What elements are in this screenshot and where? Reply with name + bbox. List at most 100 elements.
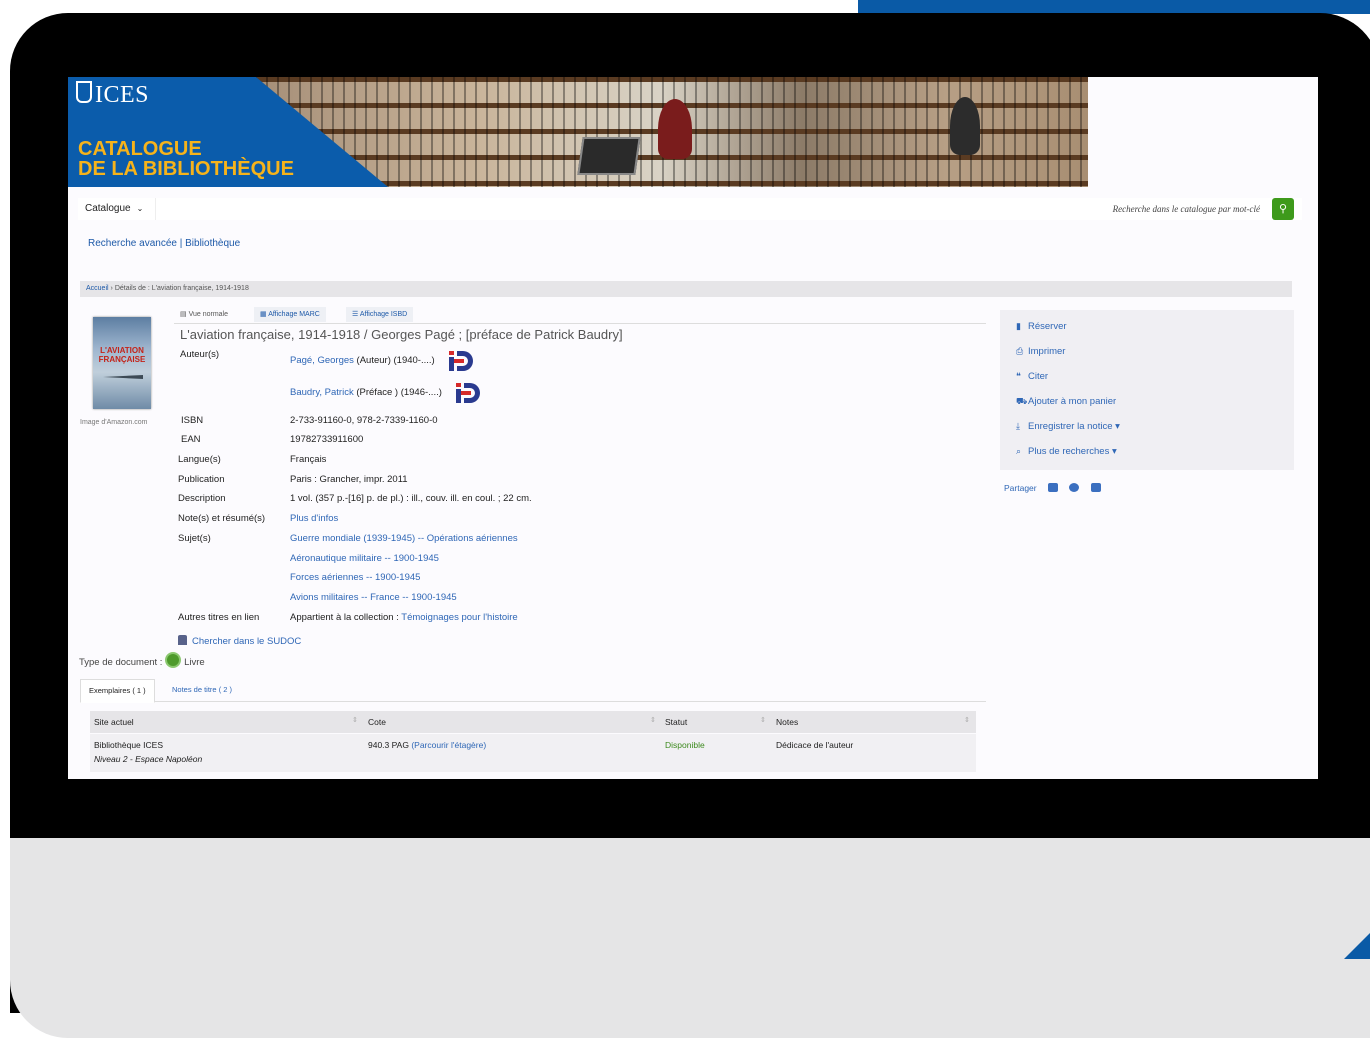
search-icon: ⚲ — [1278, 203, 1288, 215]
more-info-link[interactable]: Plus d'infos — [290, 513, 338, 524]
sort-icon[interactable]: ⇕ — [352, 716, 358, 724]
tab-title-notes[interactable]: Notes de titre ( 2 ) — [164, 679, 240, 701]
print-button[interactable]: ⎙ Imprimer — [1016, 346, 1065, 357]
author-1: Pagé, Georges (Auteur) (1940-....) — [290, 355, 435, 366]
tab-normal-view[interactable]: ▤ Vue normale — [174, 307, 234, 322]
action-label: Plus de recherches — [1028, 446, 1110, 457]
actions-panel: ▮ Réserver ⎙ Imprimer ❝ Citer ⛟Ajouter à mo… — [1000, 310, 1294, 470]
sort-icon[interactable]: ⇕ — [964, 716, 970, 724]
notes-cell: Dédicace de l'auteur — [776, 740, 854, 750]
cover-title-line2: FRANÇAISE — [98, 355, 146, 364]
secondary-nav: Recherche avancée | Bibliothèque — [88, 238, 240, 249]
breadcrumb: Accueil › Détails de : L'aviation frança… — [80, 281, 1292, 297]
more-searches-button[interactable]: ⌕ Plus de recherches ▾ — [1016, 446, 1117, 457]
author-1-link[interactable]: Pagé, Georges — [290, 355, 354, 366]
subject-link[interactable]: Guerre mondiale (1939-1945) -- Opération… — [290, 533, 518, 544]
collection-value: Appartient à la collection : Témoignages… — [290, 612, 518, 623]
plane-icon — [103, 375, 143, 379]
bookmark-icon: ▮ — [1016, 321, 1021, 331]
table-header: Site actuel ⇕ Cote ⇕ Statut ⇕ Notes ⇕ — [90, 711, 976, 733]
subject-link[interactable]: Forces aériennes -- 1900-1945 — [290, 572, 420, 583]
sort-icon[interactable]: ⇕ — [650, 716, 656, 724]
author-2: Baudry, Patrick (Préface ) (1946-....) — [290, 387, 442, 398]
tab-isbd-view[interactable]: ☰ Affichage ISBD — [346, 307, 414, 322]
document-type: Type de document : Livre — [79, 652, 205, 668]
banner-laptop — [577, 137, 641, 175]
list-icon: ☰ — [352, 311, 360, 318]
facebook-icon[interactable] — [1069, 483, 1080, 492]
monitor-chin — [10, 838, 1370, 1038]
reserve-button[interactable]: ▮ Réserver — [1016, 321, 1067, 332]
caret-down-icon: ▾ — [1109, 446, 1117, 457]
breadcrumb-home-link[interactable]: Accueil — [86, 285, 109, 292]
cote-cell: 940.3 PAG (Parcourir l'étagère) — [368, 740, 486, 750]
library-link[interactable]: Bibliothèque — [185, 238, 240, 249]
tab-label: Exemplaires ( 1 ) — [89, 686, 146, 695]
tab-label: Vue normale — [188, 311, 228, 318]
share-label: Partager — [1004, 483, 1037, 493]
notes-label: Note(s) et résumé(s) — [178, 513, 266, 524]
sort-icon[interactable]: ⇕ — [760, 716, 766, 724]
scope-label: Catalogue — [85, 203, 131, 214]
isbn-value: 2-733-91160-0, 978-2-7339-1160-0 — [290, 415, 438, 426]
catalogue-scope-select[interactable]: Catalogue ⌄ — [78, 198, 156, 220]
idref-icon[interactable] — [455, 381, 481, 405]
email-icon[interactable] — [1047, 483, 1058, 492]
cover-title-line1: L'AVIATION — [100, 346, 144, 355]
publication-label: Publication — [178, 474, 225, 485]
save-record-button[interactable]: ⤓ Enregistrer la notice ▾ — [1016, 421, 1120, 432]
collection-prefix: Appartient à la collection : — [290, 612, 399, 623]
logo-text: ICES — [95, 82, 150, 108]
action-label: Ajouter à mon panier — [1028, 396, 1117, 407]
site-detail-cell: Niveau 2 - Espace Napoléon — [94, 754, 203, 764]
quote-icon: ❝ — [1016, 371, 1021, 381]
add-to-cart-button[interactable]: ⛟Ajouter à mon panier — [1016, 396, 1116, 408]
column-header-status[interactable]: Statut — [665, 711, 687, 733]
document-type-label: Type de document : — [79, 657, 163, 668]
other-titles-label: Autres titres en lien — [178, 612, 260, 623]
browser-screen: ICES CATALOGUE DE LA BIBLIOTHÈQUE Catalo… — [68, 77, 1318, 779]
column-header-notes[interactable]: Notes — [776, 711, 798, 733]
book-cover-image[interactable]: L'AVIATION FRANÇAISE — [93, 317, 151, 409]
document-type-value: Livre — [184, 657, 205, 668]
author-2-role: (Préface ) (1946-....) — [356, 387, 442, 398]
search-bar: Catalogue ⌄ ⚲ — [78, 198, 1302, 220]
cote-value: 940.3 PAG — [368, 740, 409, 750]
library-banner: ICES CATALOGUE DE LA BIBLIOTHÈQUE — [68, 77, 1088, 187]
view-tabs: ▤ Vue normale ▦ Affichage MARC ☰ Afficha… — [174, 307, 986, 324]
language-value: Français — [290, 454, 327, 465]
authors-label: Auteur(s) — [180, 349, 220, 360]
tab-holdings[interactable]: Exemplaires ( 1 ) — [80, 679, 155, 703]
publication-value: Paris : Grancher, impr. 2011 — [290, 474, 408, 485]
linkedin-icon[interactable] — [1090, 483, 1101, 492]
printer-icon: ⎙ — [1016, 346, 1024, 356]
cite-button[interactable]: ❝ Citer — [1016, 371, 1048, 382]
corner-accent-bottom — [1344, 933, 1370, 959]
subject-link[interactable]: Avions militaires -- France -- 1900-1945 — [290, 592, 457, 603]
action-label: Citer — [1028, 371, 1049, 382]
corner-accent-top — [858, 0, 1370, 14]
author-2-link[interactable]: Baudry, Patrick — [290, 387, 354, 398]
caret-down-icon: ▾ — [1112, 421, 1120, 432]
search-icon: ⌕ — [1016, 446, 1022, 456]
collection-link[interactable]: Témoignages pour l'histoire — [401, 612, 517, 623]
catalogue-title: CATALOGUE DE LA BIBLIOTHÈQUE — [78, 139, 294, 179]
column-header-site[interactable]: Site actuel — [94, 711, 134, 733]
search-input[interactable] — [158, 198, 1268, 220]
ean-value: 19782733911600 — [290, 434, 364, 445]
search-button[interactable]: ⚲ — [1272, 198, 1294, 220]
column-header-cote[interactable]: Cote — [368, 711, 386, 733]
site-cell: Bibliothèque ICES — [94, 740, 163, 750]
document-icon: ▤ — [180, 311, 189, 318]
browse-shelf-link[interactable]: (Parcourir l'étagère) — [411, 740, 486, 750]
status-cell: Disponible — [665, 740, 705, 750]
advanced-search-link[interactable]: Recherche avancée — [88, 238, 177, 249]
sudoc-link[interactable]: Chercher dans le SUDOC — [178, 635, 301, 647]
language-label: Langue(s) — [178, 454, 221, 465]
ices-logo[interactable]: ICES — [76, 81, 149, 109]
breadcrumb-current: Détails de : L'aviation française, 1914-… — [114, 285, 249, 292]
tab-marc-view[interactable]: ▦ Affichage MARC — [254, 307, 326, 322]
idref-icon[interactable] — [448, 349, 474, 373]
subject-link[interactable]: Aéronautique militaire -- 1900-1945 — [290, 553, 439, 564]
shield-icon — [76, 81, 92, 103]
